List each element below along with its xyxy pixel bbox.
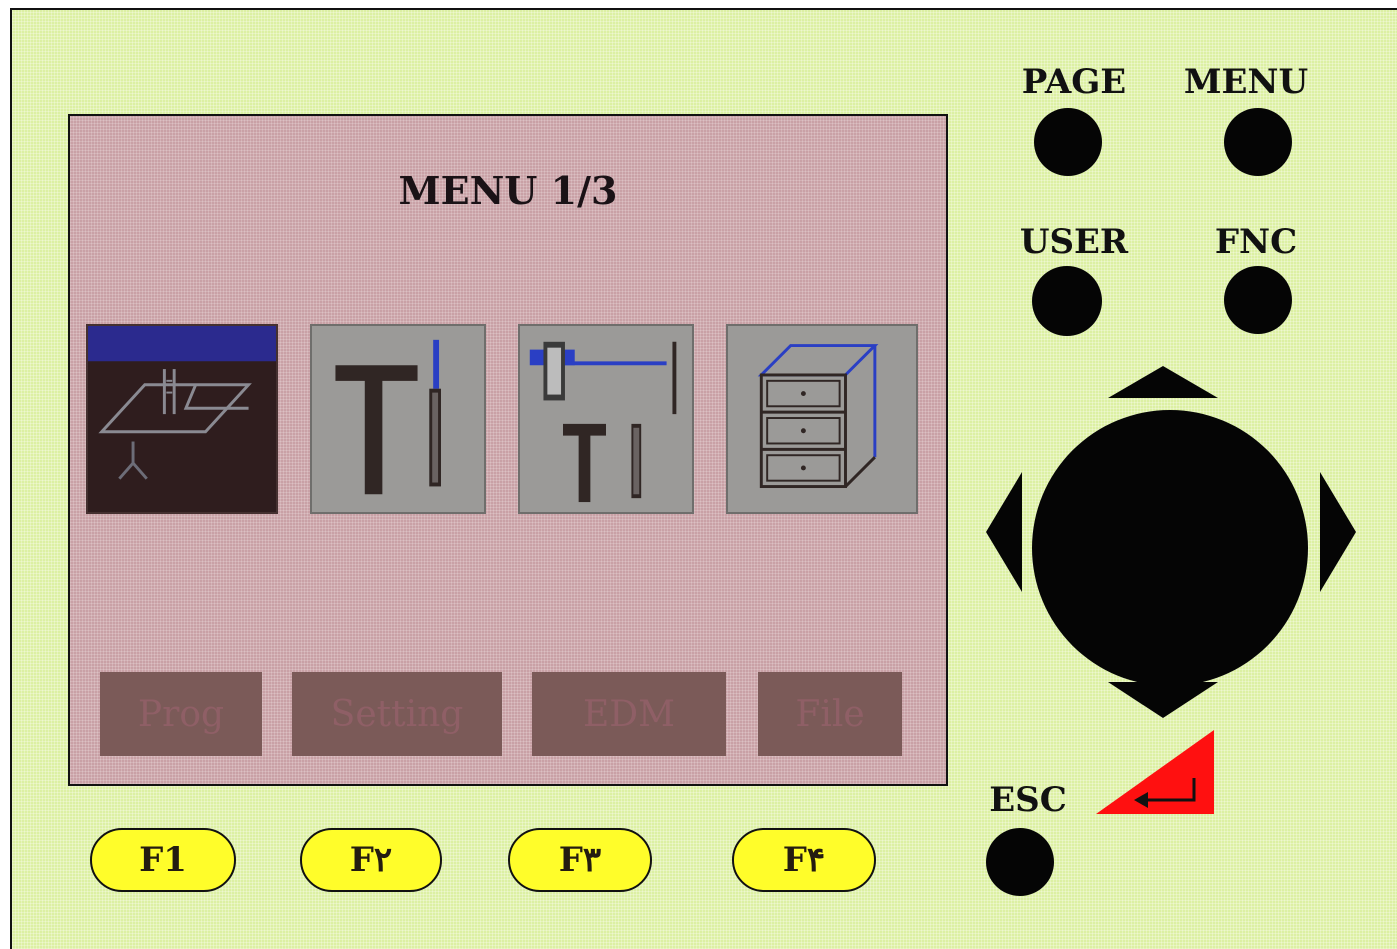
right-arrow-icon[interactable]	[1320, 472, 1356, 592]
edm-icon	[529, 341, 677, 503]
screen-title: MENU 1/3	[398, 168, 618, 213]
user-button[interactable]	[1032, 266, 1102, 336]
program-icon	[88, 326, 276, 480]
user-button-label: USER	[1019, 222, 1129, 262]
page-button[interactable]	[1034, 108, 1102, 176]
navigation-center-button[interactable]	[1032, 410, 1308, 686]
f1-key[interactable]: F1	[90, 828, 236, 892]
f2-key[interactable]: F۲	[300, 828, 442, 892]
menu-button[interactable]	[1224, 108, 1292, 176]
control-panel: MENU 1/3 Prog Setting EDM File F1 F۲ F۳ …	[10, 8, 1397, 949]
fnc-button-label: FNC	[1214, 222, 1298, 262]
file-cabinet-icon	[757, 344, 879, 489]
softkey-label-edm: EDM	[532, 672, 726, 756]
menu-tile-edm[interactable]	[518, 324, 694, 514]
page-button-label: PAGE	[1021, 62, 1127, 102]
softkey-label-file: File	[758, 672, 902, 756]
up-arrow-icon[interactable]	[1108, 366, 1218, 398]
fnc-button[interactable]	[1224, 266, 1292, 334]
menu-tile-setting[interactable]	[310, 324, 486, 514]
menu-tile-prog[interactable]	[86, 324, 278, 514]
softkey-label-prog: Prog	[100, 672, 262, 756]
left-arrow-icon[interactable]	[986, 472, 1022, 592]
enter-button[interactable]	[1096, 730, 1214, 814]
menu-tile-file[interactable]	[726, 324, 918, 514]
lcd-screen: MENU 1/3 Prog Setting EDM File	[68, 114, 948, 786]
down-arrow-icon[interactable]	[1108, 682, 1218, 718]
esc-button-label: ESC	[989, 780, 1067, 820]
esc-button[interactable]	[986, 828, 1054, 896]
softkey-label-setting: Setting	[292, 672, 502, 756]
f3-key[interactable]: F۳	[508, 828, 652, 892]
menu-button-label: MENU	[1183, 62, 1309, 102]
f4-key[interactable]: F۴	[732, 828, 876, 892]
tools-icon	[335, 339, 441, 495]
